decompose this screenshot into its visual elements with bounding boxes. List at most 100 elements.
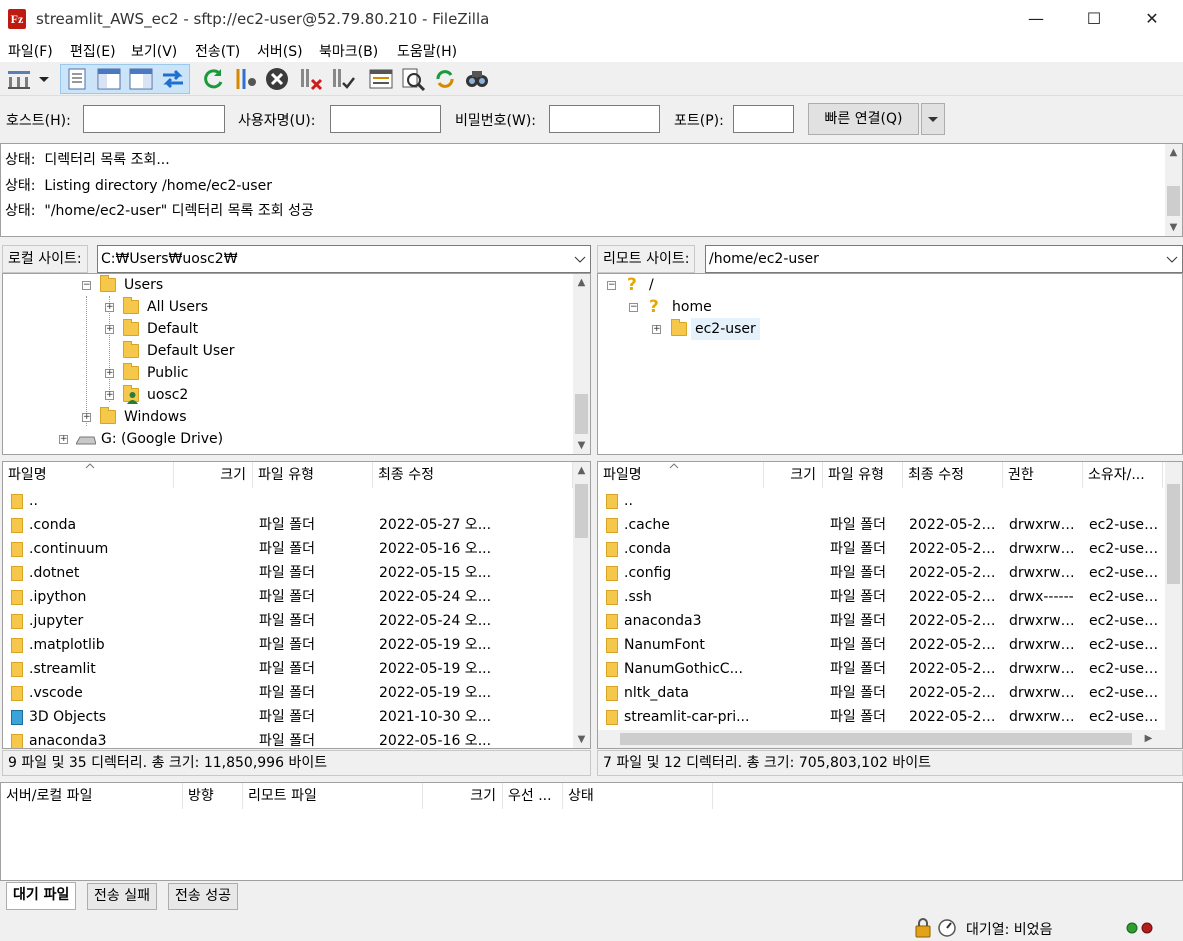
quickconnect-button[interactable]: 빠른 연결(Q)	[808, 103, 919, 135]
scroll-up-arrow-icon[interactable]: ▲	[573, 274, 590, 291]
reconnect-icon[interactable]	[330, 66, 356, 92]
col-priority[interactable]: 우선 ...	[503, 783, 563, 809]
col-remote-file[interactable]: 리모트 파일	[243, 783, 423, 809]
collapse-icon[interactable]: −	[607, 281, 616, 290]
file-row[interactable]: .continuum 파일 폴더 2022-05-16 오...	[3, 537, 573, 561]
scroll-down-arrow-icon[interactable]: ▼	[1165, 219, 1182, 236]
file-row[interactable]: .streamlit 파일 폴더 2022-05-19 오...	[3, 657, 573, 681]
local-path-combo[interactable]: C:₩Users₩uosc2₩	[97, 245, 591, 273]
col-local-file[interactable]: 서버/로컬 파일	[1, 783, 183, 809]
directory-filter-icon[interactable]	[368, 66, 394, 92]
scroll-up-arrow-icon[interactable]: ▲	[1165, 144, 1182, 161]
local-tree-scrollbar[interactable]: ▲ ▼	[573, 274, 590, 454]
scroll-down-arrow-icon[interactable]: ▼	[573, 731, 590, 748]
menu-file[interactable]: 파일(F)	[8, 41, 53, 61]
col-modified[interactable]: 최종 수정	[373, 462, 573, 488]
col-size[interactable]: 크기	[174, 462, 253, 488]
scroll-right-arrow-icon[interactable]: ▶	[1140, 730, 1157, 747]
log-scrollbar[interactable]: ▲ ▼	[1165, 144, 1182, 236]
sync-browse-icon[interactable]	[432, 66, 458, 92]
menu-view[interactable]: 보기(V)	[131, 41, 177, 61]
col-size[interactable]: 크기	[423, 783, 503, 809]
col-direction[interactable]: 방향	[183, 783, 243, 809]
expand-icon[interactable]: +	[105, 369, 114, 378]
file-row[interactable]: NanumGothicC... 파일 폴더 2022-05-27... drwxrwx…	[598, 657, 1168, 681]
disconnect-icon[interactable]	[298, 66, 324, 92]
col-status[interactable]: 상태	[563, 783, 713, 809]
file-row[interactable]: .jupyter 파일 폴더 2022-05-24 오...	[3, 609, 573, 633]
file-row[interactable]: streamlit-car-pri... 파일 폴더 2022-05-24... dr…	[598, 705, 1168, 729]
expand-icon[interactable]: +	[82, 413, 91, 422]
scroll-down-arrow-icon[interactable]: ▼	[573, 437, 590, 454]
chevron-down-icon[interactable]	[574, 256, 586, 264]
file-row[interactable]: ..	[598, 489, 1168, 513]
file-row[interactable]: nltk_data 파일 폴더 2022-05-24... drwxrwx... ec2…	[598, 681, 1168, 705]
remote-tree-icon[interactable]	[128, 66, 154, 92]
site-manager-icon[interactable]	[6, 66, 32, 92]
close-button[interactable]: ✕	[1123, 0, 1181, 38]
cell-owner: ec2-user ...	[1089, 517, 1161, 533]
message-log-icon[interactable]	[64, 66, 90, 92]
transfer-queue-icon[interactable]	[160, 66, 186, 92]
col-owner[interactable]: 소유자/...	[1083, 462, 1163, 488]
tab-successful-transfers[interactable]: 전송 성공	[168, 883, 238, 910]
file-row[interactable]: NanumFont 파일 폴더 2022-05-27... drwxrwx... ec2…	[598, 633, 1168, 657]
remote-path-combo[interactable]: /home/ec2-user	[705, 245, 1183, 273]
file-row[interactable]: 3D Objects 파일 폴더 2021-10-30 오...	[3, 705, 573, 729]
col-filetype[interactable]: 파일 유형	[253, 462, 373, 488]
collapse-icon[interactable]: −	[629, 303, 638, 312]
local-path: C:₩Users₩uosc2₩	[101, 251, 238, 267]
find-files-icon[interactable]	[464, 66, 490, 92]
file-row[interactable]: anaconda3 파일 폴더 2022-05-16 오...	[3, 729, 573, 748]
tab-failed-transfers[interactable]: 전송 실패	[87, 883, 157, 910]
tab-queued-files[interactable]: 대기 파일	[6, 882, 77, 910]
remote-horizontal-scrollbar[interactable]: ▶	[598, 730, 1182, 748]
col-filetype[interactable]: 파일 유형	[823, 462, 903, 488]
menu-edit[interactable]: 편집(E)	[70, 41, 116, 61]
file-row[interactable]: .ipython 파일 폴더 2022-05-24 오...	[3, 585, 573, 609]
expand-icon[interactable]: +	[652, 325, 661, 334]
process-queue-icon[interactable]	[232, 66, 258, 92]
file-row[interactable]: ..	[3, 489, 573, 513]
local-tree-icon[interactable]	[96, 66, 122, 92]
file-row[interactable]: anaconda3 파일 폴더 2022-05-23... drwxrwx... ec2…	[598, 609, 1168, 633]
col-size[interactable]: 크기	[764, 462, 823, 488]
password-input[interactable]	[549, 105, 660, 133]
col-modified[interactable]: 최종 수정	[903, 462, 1003, 488]
compare-icon[interactable]	[400, 66, 426, 92]
expand-icon[interactable]: +	[105, 303, 114, 312]
file-row[interactable]: .conda 파일 폴더 2022-05-27 오...	[3, 513, 573, 537]
cell-perm: drwxrwx...	[1009, 637, 1081, 653]
expand-icon[interactable]: +	[105, 325, 114, 334]
expand-icon[interactable]: +	[105, 391, 114, 400]
port-input[interactable]	[733, 105, 794, 133]
file-row[interactable]: .ssh 파일 폴더 2022-05-23... drwx------ ec2-user…	[598, 585, 1168, 609]
file-row[interactable]: .matplotlib 파일 폴더 2022-05-19 오...	[3, 633, 573, 657]
menu-help[interactable]: 도움말(H)	[397, 41, 457, 61]
file-row[interactable]: .conda 파일 폴더 2022-05-23... drwxrwx... ec2-us…	[598, 537, 1168, 561]
menu-transfer[interactable]: 전송(T)	[195, 41, 240, 61]
file-row[interactable]: .vscode 파일 폴더 2022-05-19 오...	[3, 681, 573, 705]
menu-server[interactable]: 서버(S)	[257, 41, 303, 61]
quickconnect-dropdown-button[interactable]	[921, 103, 945, 135]
host-input[interactable]	[83, 105, 225, 133]
scroll-up-arrow-icon[interactable]: ▲	[573, 462, 590, 479]
file-row[interactable]: .dotnet 파일 폴더 2022-05-15 오...	[3, 561, 573, 585]
local-list-scrollbar[interactable]: ▲ ▼	[573, 462, 590, 748]
speed-limit-icon[interactable]	[937, 918, 957, 938]
cancel-operation-icon[interactable]	[264, 66, 290, 92]
col-filename[interactable]: 파일명	[598, 462, 764, 488]
refresh-icon[interactable]	[200, 66, 226, 92]
file-row[interactable]: .config 파일 폴더 2022-05-23... drwxrwx... ec2-u…	[598, 561, 1168, 585]
expand-icon[interactable]: +	[59, 435, 68, 444]
collapse-icon[interactable]: −	[82, 281, 91, 290]
username-input[interactable]	[330, 105, 441, 133]
remote-list-scrollbar[interactable]	[1165, 462, 1182, 730]
chevron-down-icon[interactable]	[1166, 256, 1178, 264]
col-permissions[interactable]: 권한	[1003, 462, 1083, 488]
file-row[interactable]: .cache 파일 폴더 2022-05-23... drwxrwx... ec2-us…	[598, 513, 1168, 537]
minimize-button[interactable]: —	[1007, 0, 1065, 38]
dropdown-arrow-icon[interactable]	[36, 66, 52, 92]
maximize-button[interactable]: ☐	[1065, 0, 1123, 38]
menu-bookmarks[interactable]: 북마크(B)	[319, 41, 378, 61]
